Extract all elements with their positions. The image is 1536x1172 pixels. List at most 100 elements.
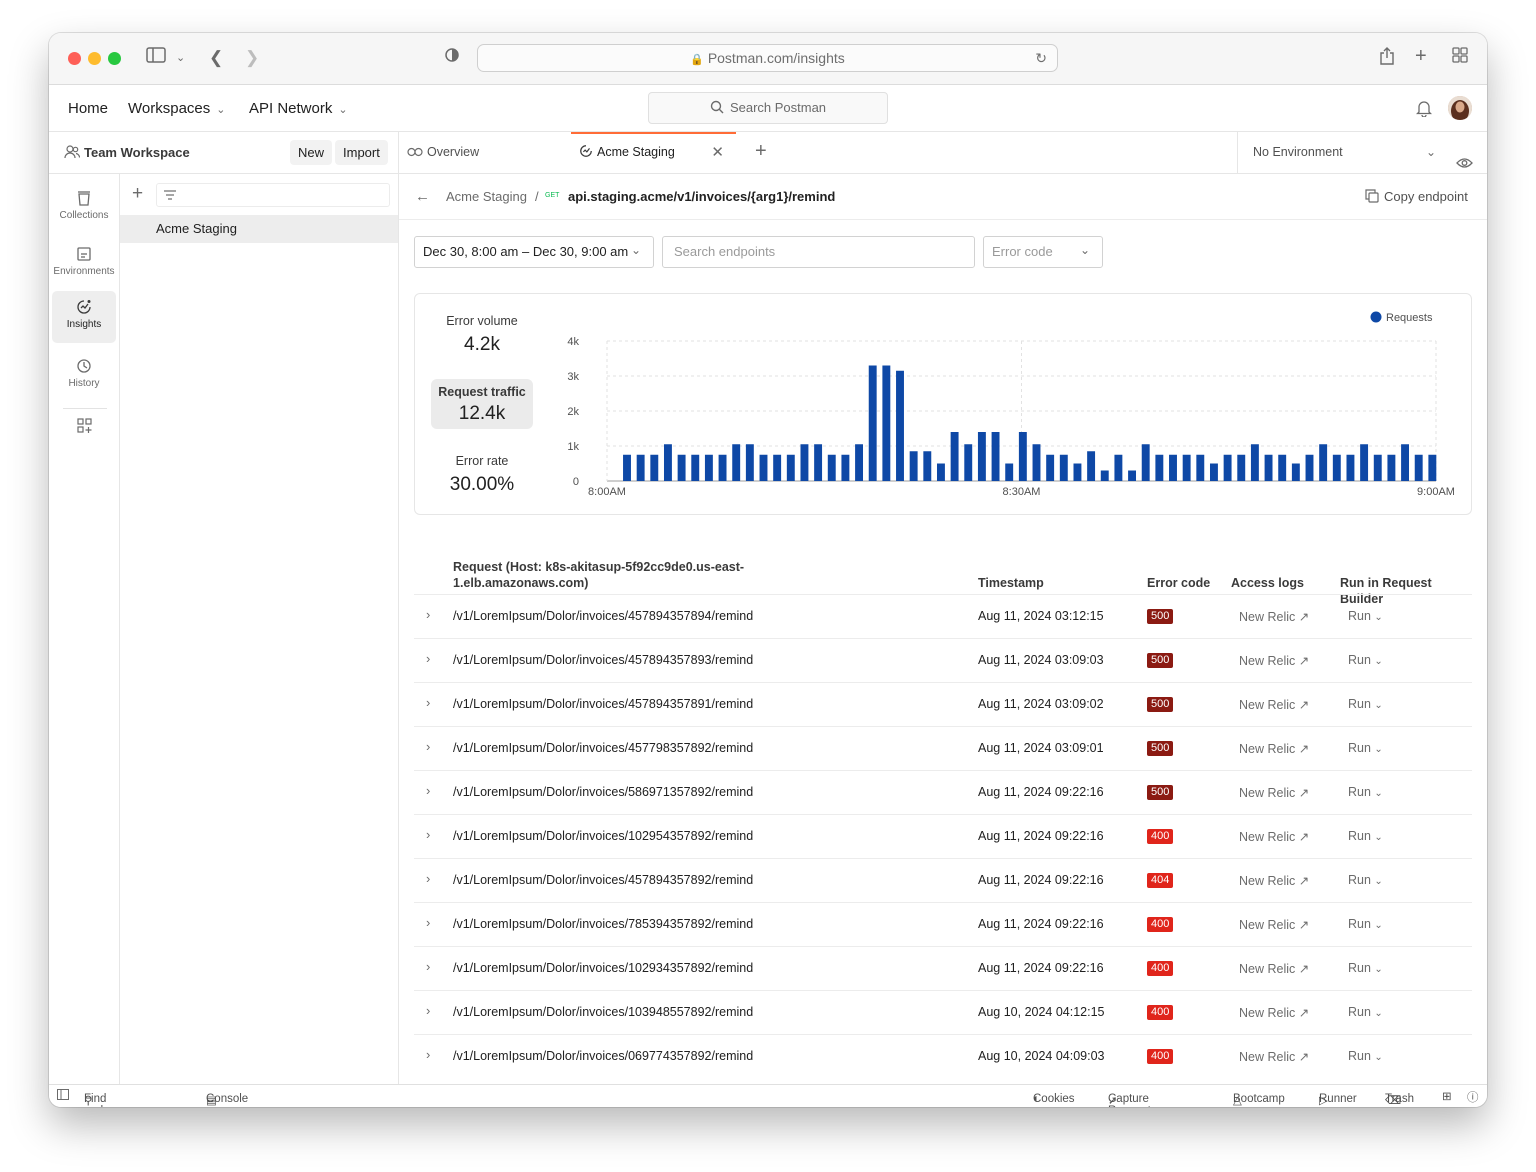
rail-item-collections[interactable]: Collections	[52, 182, 116, 234]
table-row[interactable]: › /v1/LoremIpsum/Dolor/invoices/457894357…	[414, 858, 1472, 902]
error-volume-stat[interactable]: Error volume 4.2k	[431, 314, 533, 356]
chart-bar	[1250, 444, 1259, 481]
sidebar-toggle-icon[interactable]	[57, 1089, 69, 1103]
expand-chevron-icon[interactable]: ›	[426, 959, 430, 974]
global-search-input[interactable]: Search Postman	[648, 92, 888, 124]
expand-chevron-icon[interactable]: ›	[426, 827, 430, 842]
breadcrumb-parent[interactable]: Acme Staging	[446, 189, 527, 204]
table-row[interactable]: › /v1/LoremIpsum/Dolor/invoices/457894357…	[414, 682, 1472, 726]
rail-item-insights[interactable]: Insights	[52, 291, 116, 343]
request-traffic-stat[interactable]: Request traffic 12.4k	[431, 379, 533, 429]
nav-workspaces[interactable]: Workspaces ⌄	[128, 100, 225, 117]
layout-icon[interactable]: ⊞	[1442, 1089, 1452, 1103]
bell-icon[interactable]	[1415, 99, 1433, 122]
access-log-label: New Relic	[1239, 830, 1296, 844]
forward-icon[interactable]: ❯	[245, 47, 259, 69]
access-log-link[interactable]: New Relic ↗	[1239, 829, 1309, 844]
access-log-link[interactable]: New Relic ↗	[1239, 653, 1309, 668]
access-log-link[interactable]: New Relic ↗	[1239, 961, 1309, 976]
add-icon[interactable]: +	[132, 184, 143, 204]
environment-selector[interactable]: No Environment ⌄	[1237, 132, 1487, 173]
tab-acme-staging[interactable]: Acme Staging ✕	[571, 132, 736, 173]
error-code-select[interactable]: Error code ⌄	[983, 236, 1103, 268]
new-tab-button[interactable]: +	[755, 140, 767, 163]
rail-item-environments[interactable]: Environments	[52, 238, 116, 290]
access-log-link[interactable]: New Relic ↗	[1239, 609, 1309, 624]
access-log-link[interactable]: New Relic ↗	[1239, 1049, 1309, 1064]
workspace-name[interactable]: Team Workspace	[84, 145, 190, 160]
chevron-down-icon: ⌄	[1374, 964, 1383, 975]
table-row[interactable]: › /v1/LoremIpsum/Dolor/invoices/069774357…	[414, 1034, 1472, 1078]
table-row[interactable]: › /v1/LoremIpsum/Dolor/invoices/102934357…	[414, 946, 1472, 990]
sidebar-toggle-icon[interactable]	[146, 47, 166, 69]
table-row[interactable]: › /v1/LoremIpsum/Dolor/invoices/103948557…	[414, 990, 1472, 1034]
share-icon[interactable]	[1379, 47, 1395, 71]
chart-bar	[1046, 454, 1055, 481]
expand-chevron-icon[interactable]: ›	[426, 1003, 430, 1018]
new-button[interactable]: New	[290, 140, 333, 165]
table-row[interactable]: › /v1/LoremIpsum/Dolor/invoices/586971357…	[414, 770, 1472, 814]
table-row[interactable]: › /v1/LoremIpsum/Dolor/invoices/785394357…	[414, 902, 1472, 946]
access-log-link[interactable]: New Relic ↗	[1239, 697, 1309, 712]
close-window-button[interactable]	[68, 52, 81, 65]
access-log-link[interactable]: New Relic ↗	[1239, 1005, 1309, 1020]
reload-icon[interactable]: ↻	[1035, 45, 1047, 71]
access-log-link[interactable]: New Relic ↗	[1239, 917, 1309, 932]
run-button[interactable]: Run ⌄	[1348, 741, 1383, 755]
add-panel-icon[interactable]	[77, 418, 93, 439]
rail-item-history[interactable]: History	[52, 350, 116, 402]
expand-chevron-icon[interactable]: ›	[426, 1047, 430, 1062]
nav-home[interactable]: Home	[68, 100, 108, 117]
tab-overview-icon[interactable]	[1452, 47, 1468, 69]
access-log-link[interactable]: New Relic ↗	[1239, 741, 1309, 756]
back-icon[interactable]: ❮	[209, 47, 223, 69]
col-header-timestamp: Timestamp	[978, 576, 1044, 590]
expand-chevron-icon[interactable]: ›	[426, 871, 430, 886]
legend-swatch	[1370, 311, 1382, 323]
expand-chevron-icon[interactable]: ›	[426, 607, 430, 622]
import-button[interactable]: Import	[335, 140, 388, 165]
run-label: Run	[1348, 873, 1371, 887]
sidebar-item-acme-staging[interactable]: Acme Staging	[120, 215, 398, 243]
chevron-down-icon[interactable]: ⌄	[176, 47, 185, 69]
date-range-select[interactable]: Dec 30, 8:00 am – Dec 30, 9:00 am ⌄	[414, 236, 654, 268]
run-button[interactable]: Run ⌄	[1348, 917, 1383, 931]
run-button[interactable]: Run ⌄	[1348, 697, 1383, 711]
run-button[interactable]: Run ⌄	[1348, 785, 1383, 799]
shield-icon[interactable]	[445, 47, 459, 69]
expand-chevron-icon[interactable]: ›	[426, 915, 430, 930]
run-button[interactable]: Run ⌄	[1348, 609, 1383, 623]
copy-endpoint-button[interactable]: Copy endpoint	[1365, 189, 1468, 204]
zoom-window-button[interactable]	[108, 52, 121, 65]
expand-chevron-icon[interactable]: ›	[426, 739, 430, 754]
help-icon[interactable]: ⓘ	[1467, 1089, 1479, 1105]
table-row[interactable]: › /v1/LoremIpsum/Dolor/invoices/457894357…	[414, 594, 1472, 638]
minimize-window-button[interactable]	[88, 52, 101, 65]
sidebar-filter-input[interactable]	[156, 183, 390, 207]
access-log-link[interactable]: New Relic ↗	[1239, 873, 1309, 888]
run-button[interactable]: Run ⌄	[1348, 873, 1383, 887]
avatar[interactable]	[1448, 96, 1472, 120]
run-button[interactable]: Run ⌄	[1348, 653, 1383, 667]
run-button[interactable]: Run ⌄	[1348, 961, 1383, 975]
breadcrumb: ← Acme Staging / GET api.staging.acme/v1…	[399, 174, 1487, 220]
nav-api-network[interactable]: API Network ⌄	[249, 100, 348, 117]
expand-chevron-icon[interactable]: ›	[426, 783, 430, 798]
new-tab-icon[interactable]: +	[1415, 45, 1427, 67]
back-arrow-icon[interactable]: ←	[415, 188, 430, 205]
error-rate-stat[interactable]: Error rate 30.00%	[431, 454, 533, 496]
run-button[interactable]: Run ⌄	[1348, 829, 1383, 843]
table-row[interactable]: › /v1/LoremIpsum/Dolor/invoices/102954357…	[414, 814, 1472, 858]
table-row[interactable]: › /v1/LoremIpsum/Dolor/invoices/457894357…	[414, 638, 1472, 682]
address-bar[interactable]: 🔒 Postman.com/insights ↻	[477, 44, 1058, 72]
expand-chevron-icon[interactable]: ›	[426, 695, 430, 710]
search-endpoints-input[interactable]: Search endpoints	[662, 236, 975, 268]
tab-overview[interactable]: Overview	[407, 132, 570, 173]
run-button[interactable]: Run ⌄	[1348, 1049, 1383, 1063]
close-icon[interactable]: ✕	[711, 134, 724, 171]
access-log-link[interactable]: New Relic ↗	[1239, 785, 1309, 800]
run-button[interactable]: Run ⌄	[1348, 1005, 1383, 1019]
chart-bar	[800, 444, 809, 481]
table-row[interactable]: › /v1/LoremIpsum/Dolor/invoices/457798357…	[414, 726, 1472, 770]
expand-chevron-icon[interactable]: ›	[426, 651, 430, 666]
